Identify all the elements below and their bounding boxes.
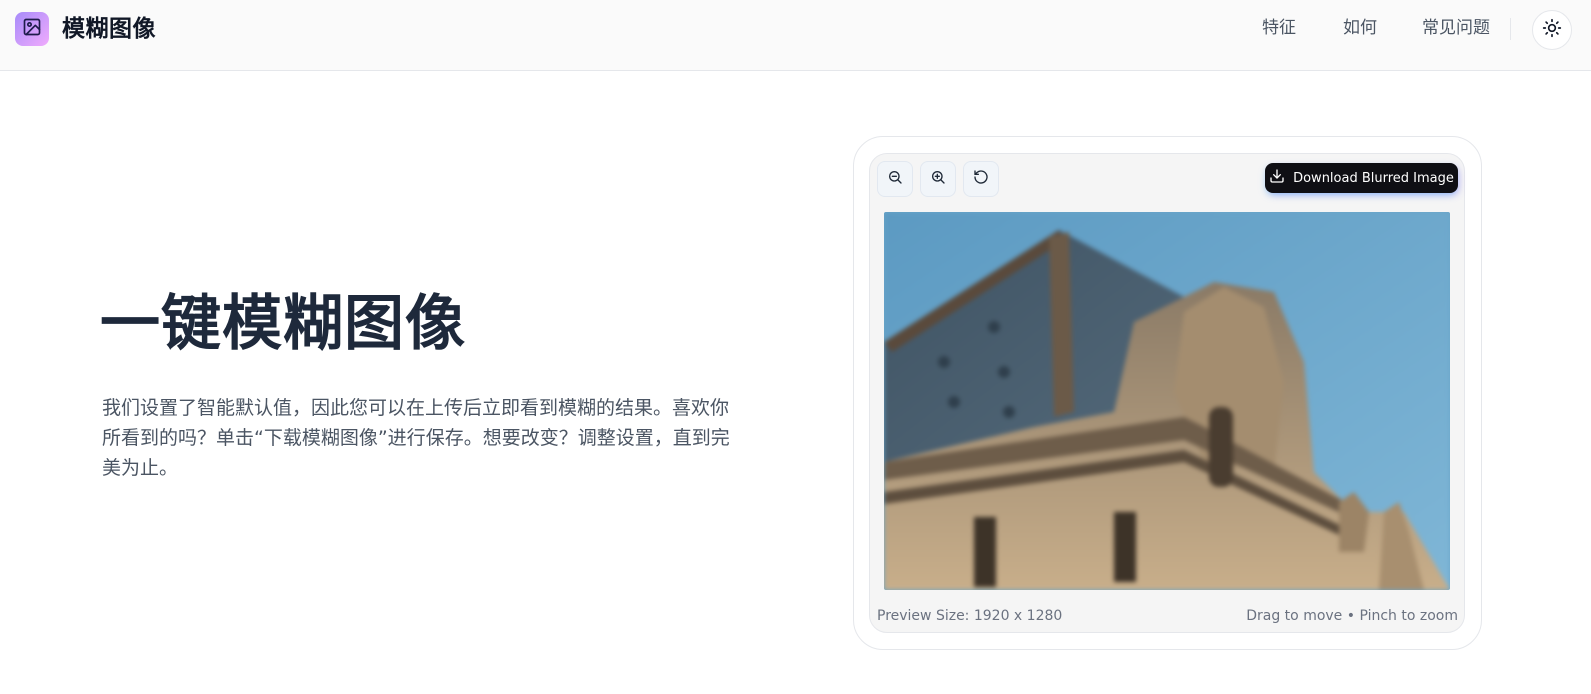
preview-hint-text: Drag to move • Pinch to zoom <box>1246 608 1458 624</box>
top-header: 模糊图像 特征 如何 常见问题 <box>0 0 1591 71</box>
zoom-out-icon <box>887 169 903 189</box>
blurred-image-preview[interactable] <box>884 212 1450 590</box>
zoom-in-button[interactable] <box>920 161 956 197</box>
preview-size-text: Preview Size: 1920 x 1280 <box>877 608 1063 624</box>
nav-link-faq[interactable]: 常见问题 <box>1422 16 1490 40</box>
brand-name[interactable]: 模糊图像 <box>62 12 156 46</box>
theme-toggle-button[interactable] <box>1532 10 1572 50</box>
rotate-ccw-icon <box>973 169 989 189</box>
download-blurred-image-button[interactable]: Download Blurred Image <box>1265 163 1458 193</box>
nav-divider <box>1510 18 1511 40</box>
zoom-in-icon <box>930 169 946 189</box>
zoom-out-button[interactable] <box>877 161 913 197</box>
image-icon <box>22 17 42 41</box>
download-icon <box>1269 168 1285 188</box>
hero-title: 一键模糊图像 <box>100 289 466 359</box>
sun-icon <box>1542 18 1562 42</box>
nav-link-features[interactable]: 特征 <box>1262 16 1296 40</box>
download-button-label: Download Blurred Image <box>1293 170 1454 186</box>
hero-description: 我们设置了智能默认值，因此您可以在上传后立即看到模糊的结果。喜欢你所看到的吗？单… <box>102 397 730 479</box>
logo[interactable] <box>15 12 49 46</box>
reset-view-button[interactable] <box>963 161 999 197</box>
nav-link-how[interactable]: 如何 <box>1343 16 1377 40</box>
preview-photo <box>884 212 1450 590</box>
